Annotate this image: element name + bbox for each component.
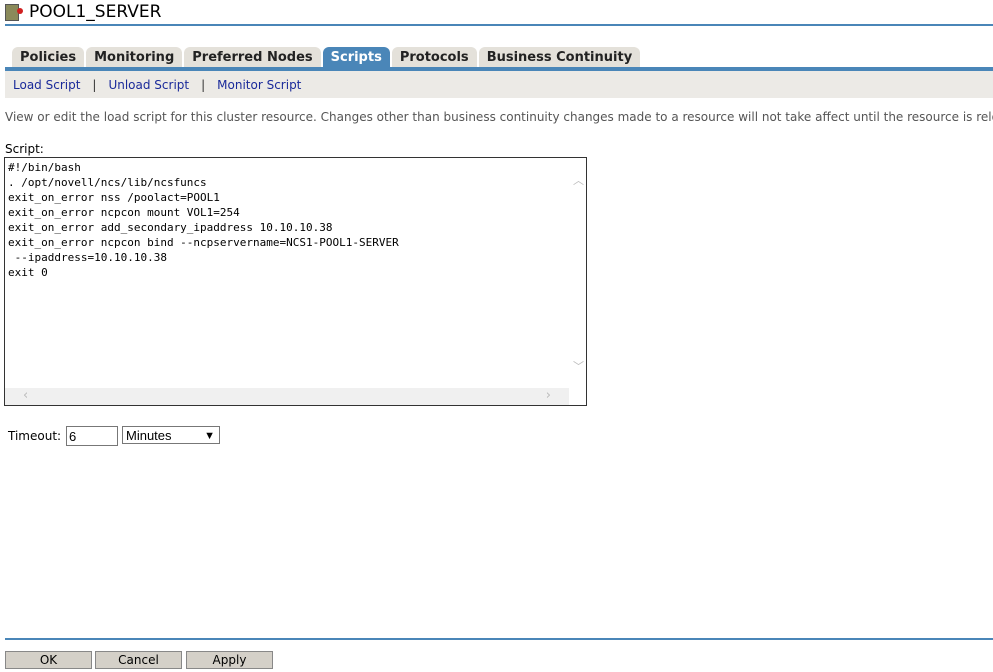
- tab-monitoring[interactable]: Monitoring: [86, 47, 183, 67]
- chevron-down-icon: ▼: [204, 430, 215, 442]
- tab-business-continuity[interactable]: Business Continuity: [478, 47, 641, 67]
- tab-protocols[interactable]: Protocols: [391, 47, 477, 67]
- tab-scripts[interactable]: Scripts: [322, 47, 390, 67]
- script-label: Script:: [5, 142, 44, 156]
- description: View or edit the load script for this cl…: [5, 110, 993, 124]
- monitor-script-link[interactable]: Monitor Script: [217, 78, 301, 92]
- chevron-down-icon[interactable]: ﹀: [573, 358, 584, 374]
- tab-bar: Policies Monitoring Preferred Nodes Scri…: [12, 47, 642, 67]
- page-title: POOL1_SERVER: [29, 2, 162, 22]
- script-content[interactable]: #!/bin/bash . /opt/novell/ncs/lib/ncsfun…: [8, 160, 399, 280]
- divider: [5, 638, 993, 640]
- chevron-right-icon[interactable]: ›: [546, 388, 551, 403]
- cluster-resource-icon: [5, 4, 23, 21]
- script-textarea[interactable]: #!/bin/bash . /opt/novell/ncs/lib/ncsfun…: [4, 157, 587, 406]
- apply-button[interactable]: Apply: [186, 651, 273, 669]
- chevron-left-icon[interactable]: ‹: [23, 388, 28, 403]
- horizontal-scrollbar[interactable]: ‹ ›: [5, 388, 569, 405]
- separator: |: [201, 78, 206, 92]
- timeout-unit-value: Minutes: [126, 428, 172, 443]
- chevron-up-icon[interactable]: ︿: [573, 172, 584, 188]
- cancel-button[interactable]: Cancel: [95, 651, 182, 669]
- timeout-label: Timeout:: [8, 429, 62, 443]
- vertical-scrollbar[interactable]: ︿ ﹀: [569, 158, 586, 388]
- sub-navigation: Load Script | Unload Script | Monitor Script: [5, 71, 993, 98]
- timeout-input[interactable]: [66, 426, 118, 446]
- timeout-unit-select[interactable]: Minutes ▼: [122, 426, 220, 444]
- divider: [5, 24, 993, 26]
- ok-button[interactable]: OK: [5, 651, 92, 669]
- tab-policies[interactable]: Policies: [12, 47, 85, 67]
- tab-preferred-nodes[interactable]: Preferred Nodes: [184, 47, 321, 67]
- unload-script-link[interactable]: Unload Script: [108, 78, 189, 92]
- separator: |: [92, 78, 97, 92]
- load-script-link[interactable]: Load Script: [13, 78, 80, 92]
